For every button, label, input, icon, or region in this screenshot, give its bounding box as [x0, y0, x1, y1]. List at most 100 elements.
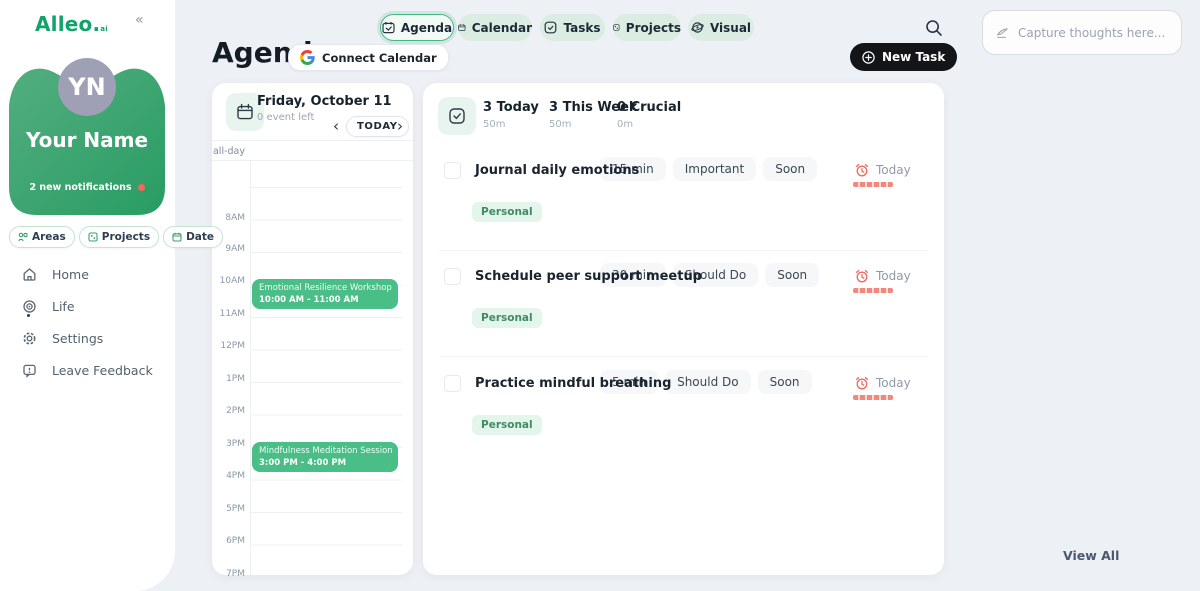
capture-thoughts-input[interactable] [1018, 26, 1168, 40]
tab-calendar-label: Calendar [472, 21, 532, 35]
hour-label: 10AM [220, 276, 245, 286]
sidebar-collapse-icon[interactable]: « [135, 12, 144, 28]
task-title[interactable]: Schedule peer support meetup [475, 269, 702, 284]
event-mindfulness-meditation[interactable]: Mindfulness Meditation Session 3:00 PM -… [252, 442, 398, 472]
calendar-panel: Friday, October 11 0 event left ‹ TODAY … [212, 83, 413, 575]
all-day-row[interactable]: all-day [212, 140, 413, 161]
profile-card[interactable]: YN Your Name 2 new notifications [9, 58, 165, 215]
notifications-label: 2 new notifications [29, 182, 131, 193]
search-button[interactable] [924, 18, 944, 38]
urgency-badge[interactable]: Soon [758, 370, 812, 394]
hour-label: 4PM [226, 471, 245, 481]
gear-icon [22, 331, 37, 346]
life-icon [22, 299, 37, 314]
urgency-badge[interactable]: Soon [765, 263, 819, 287]
due-underline-scribble [853, 288, 893, 293]
sidebar-item-settings[interactable]: Settings [22, 322, 172, 354]
stat-today: 3 Today 50m [483, 100, 539, 130]
chip-date[interactable]: Date [163, 226, 223, 248]
priority-badge[interactable]: Important [673, 157, 757, 181]
task-checkbox[interactable] [444, 268, 461, 285]
tag-personal[interactable]: Personal [472, 202, 542, 222]
new-task-button[interactable]: New Task [850, 43, 957, 71]
next-day-icon[interactable]: › [397, 118, 403, 134]
hour-label: 3PM [226, 439, 245, 449]
app-logo-text: Alleo. [35, 12, 100, 36]
view-all-link[interactable]: View All [1063, 548, 1119, 563]
calendar-date-title: Friday, October 11 [257, 94, 392, 109]
tag-personal[interactable]: Personal [472, 308, 542, 328]
connect-calendar-button[interactable]: Connect Calendar [288, 44, 449, 71]
sidebar-item-feedback-label: Leave Feedback [52, 363, 153, 378]
sidebar-menu: Home Life Settings Leave Feedback [22, 258, 172, 386]
tasks-panel-icon-square [438, 97, 476, 135]
due-label: Today [876, 269, 911, 283]
task-row[interactable]: Schedule peer support meetup 30 min Shou… [423, 257, 944, 356]
hour-label: 12PM [220, 341, 245, 351]
alarm-clock-icon [855, 269, 869, 283]
date-icon [172, 232, 182, 242]
row-divider [439, 250, 928, 251]
sidebar-item-life[interactable]: Life [22, 290, 172, 322]
event-emotional-resilience[interactable]: Emotional Resilience Workshop 10:00 AM -… [252, 279, 398, 309]
new-task-label: New Task [882, 50, 945, 64]
urgency-badge[interactable]: Soon [763, 157, 817, 181]
stat-crucial: 0 Crucial 0m [617, 100, 681, 130]
chip-projects[interactable]: Projects [79, 226, 159, 248]
check-square-icon [448, 107, 466, 125]
avatar[interactable]: YN [58, 58, 116, 116]
sidebar-item-home-label: Home [52, 267, 89, 282]
tab-projects[interactable]: Projects [613, 14, 681, 41]
stat-today-duration: 50m [483, 119, 539, 130]
stat-today-label: 3 Today [483, 100, 539, 115]
hour-gridlines [250, 187, 402, 558]
prev-day-icon[interactable]: ‹ [333, 118, 339, 134]
notifications-row[interactable]: 2 new notifications [9, 182, 165, 193]
due-group[interactable]: Today [855, 269, 911, 283]
plus-circle-icon [862, 51, 875, 64]
hour-label: 1PM [226, 374, 245, 384]
task-row[interactable]: Journal daily emotions 15 min Important … [423, 151, 944, 250]
due-group[interactable]: Today [855, 376, 911, 390]
hour-label: 7PM [226, 569, 245, 579]
sidebar-item-feedback[interactable]: Leave Feedback [22, 354, 172, 386]
visual-icon [691, 21, 704, 34]
areas-icon [18, 232, 28, 242]
stat-crucial-label: 0 Crucial [617, 100, 681, 115]
sidebar: Alleo.ai « YN Your Name 2 new notificati… [0, 0, 175, 591]
chip-areas[interactable]: Areas [9, 226, 75, 248]
tab-agenda[interactable]: Agenda [380, 14, 454, 41]
tab-calendar[interactable]: Calendar [458, 14, 532, 41]
capture-thoughts-field[interactable] [982, 10, 1182, 55]
task-row[interactable]: Practice mindful breathing 5 min Should … [423, 364, 944, 463]
chip-areas-label: Areas [32, 231, 66, 243]
tasks-panel: 3 Today 50m 3 This Week 50m 0 Crucial 0m… [423, 83, 944, 575]
hour-label: 8AM [225, 213, 245, 223]
search-icon [924, 18, 944, 38]
chip-date-label: Date [186, 231, 214, 243]
tag-personal[interactable]: Personal [472, 415, 542, 435]
stat-crucial-duration: 0m [617, 119, 681, 130]
task-title[interactable]: Journal daily emotions [475, 163, 639, 178]
sidebar-item-home[interactable]: Home [22, 258, 172, 290]
tab-tasks[interactable]: Tasks [540, 14, 605, 41]
projects-tab-icon [613, 21, 620, 34]
sidebar-item-settings-label: Settings [52, 331, 103, 346]
google-icon [300, 50, 315, 65]
tab-visual-label: Visual [710, 21, 751, 35]
due-label: Today [876, 376, 911, 390]
calendar-nav: ‹ TODAY › [212, 116, 413, 138]
tasks-icon [544, 21, 557, 34]
all-day-label: all-day [213, 146, 245, 157]
grid-divider [250, 140, 251, 575]
task-title[interactable]: Practice mindful breathing [475, 376, 671, 391]
task-checkbox[interactable] [444, 162, 461, 179]
notification-dot [138, 184, 145, 191]
task-checkbox[interactable] [444, 375, 461, 392]
tab-visual[interactable]: Visual [688, 14, 754, 41]
calendar-grid[interactable]: 8AM 9AM 10AM 11AM 12PM 1PM 2PM 3PM 4PM 5… [212, 140, 413, 575]
priority-badge[interactable]: Should Do [665, 370, 751, 394]
hour-label: 11AM [220, 309, 245, 319]
due-group[interactable]: Today [855, 163, 911, 177]
hour-label: 5PM [226, 504, 245, 514]
